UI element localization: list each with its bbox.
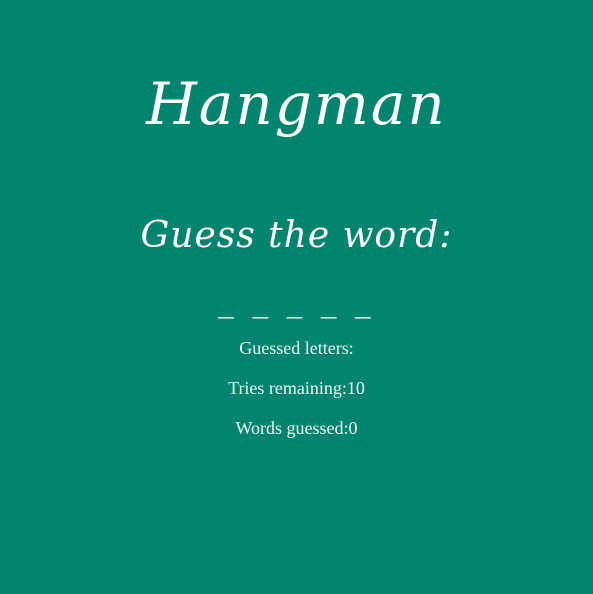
guessed-letters-row: Guessed letters: <box>0 336 593 360</box>
tries-remaining-row: Tries remaining:10 <box>0 376 593 400</box>
word-blanks: _ _ _ _ _ <box>218 281 375 319</box>
words-guessed-value: 0 <box>348 418 358 438</box>
guessed-letters-label: Guessed letters: <box>239 338 354 358</box>
guess-prompt: Guess the word: <box>140 215 453 256</box>
hangman-page: Hangman Guess the word: _ _ _ _ _ Guesse… <box>0 0 593 594</box>
words-guessed-row: Words guessed:0 <box>0 416 593 440</box>
words-guessed-label: Words guessed: <box>235 418 349 438</box>
tries-remaining-value: 10 <box>346 378 365 398</box>
tries-remaining-label: Tries remaining: <box>228 378 347 398</box>
game-title: Hangman <box>146 70 447 138</box>
